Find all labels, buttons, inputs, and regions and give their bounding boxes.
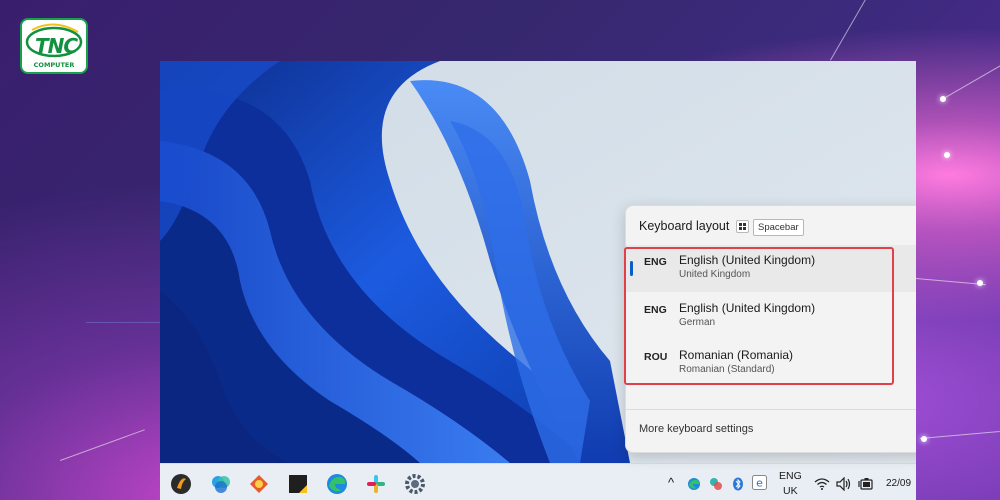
volume-icon[interactable] (836, 476, 852, 492)
more-keyboard-settings-link[interactable]: More keyboard settings (639, 423, 753, 435)
fl-studio-icon[interactable] (170, 473, 192, 495)
decorative-line (830, 0, 931, 61)
logo-subtext: COMPUTER (33, 61, 75, 69)
ie-icon[interactable]: e (752, 475, 767, 490)
language-indicator-top[interactable]: ENG (779, 470, 802, 482)
settings-icon[interactable] (404, 473, 426, 495)
flyout-title: Keyboard layout (639, 219, 730, 233)
windows-key-icon (736, 220, 749, 233)
decorative-dot (921, 436, 927, 442)
game-icon[interactable] (248, 473, 270, 495)
battery-icon[interactable] (858, 476, 874, 490)
show-hidden-icons-chevron[interactable]: ^ (668, 475, 674, 490)
taskbar: ^ e ENG UK 22/09 (160, 463, 916, 500)
spacebar-shortcut-chip: Spacebar (753, 219, 804, 236)
decorative-dot (977, 280, 983, 286)
edge-icon[interactable] (326, 473, 348, 495)
brand-logo: TNC COMPUTER (20, 18, 88, 74)
sticky-notes-icon[interactable] (287, 473, 309, 495)
language-indicator-bottom[interactable]: UK (783, 485, 798, 497)
logo-text: TNC (34, 34, 78, 58)
decorative-line (915, 278, 986, 286)
decorative-line (60, 429, 145, 461)
decorative-dot (940, 96, 946, 102)
decorative-line (920, 431, 1000, 439)
divider (626, 409, 916, 410)
clock-date[interactable]: 22/09 (886, 478, 911, 489)
decorative-line (940, 55, 1000, 101)
app-tray-icon[interactable] (709, 476, 723, 490)
highlight-box (624, 247, 894, 385)
bluetooth-icon[interactable] (731, 476, 745, 491)
edge-tray-icon[interactable] (687, 476, 701, 490)
svg-text:e: e (756, 477, 763, 490)
photos-icon[interactable] (210, 473, 232, 495)
decorative-dot (944, 152, 950, 158)
decorative-line (86, 322, 160, 323)
slack-icon[interactable] (365, 473, 387, 495)
wifi-icon[interactable] (814, 476, 830, 490)
